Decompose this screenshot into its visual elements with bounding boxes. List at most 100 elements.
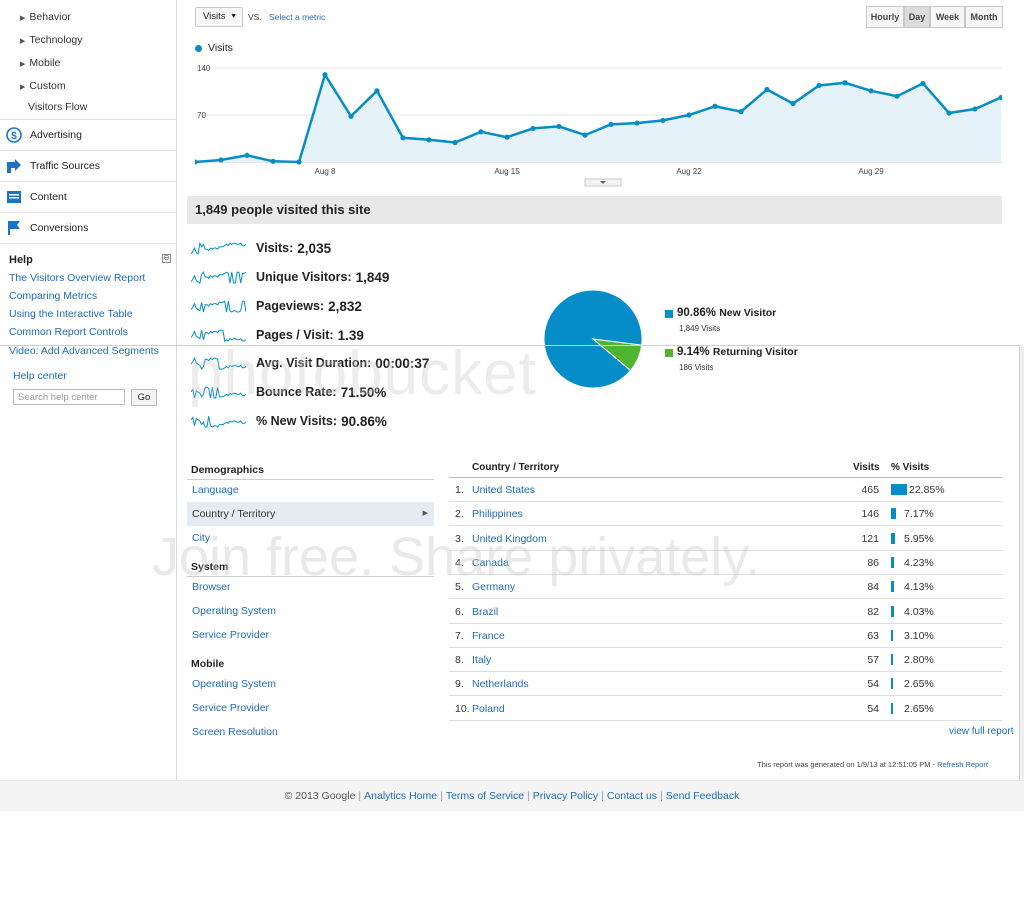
- data-point[interactable]: [868, 88, 874, 94]
- granularity-week-button[interactable]: Week: [930, 6, 965, 28]
- triangle-right-icon: ▶: [20, 38, 26, 45]
- sidebar-item-technology[interactable]: ▶ Technology: [20, 34, 83, 46]
- data-point[interactable]: [452, 139, 458, 146]
- demo-link-language[interactable]: Language: [187, 478, 434, 502]
- country-link[interactable]: Brazil: [472, 606, 498, 618]
- help-link-report-controls[interactable]: Common Report Controls: [9, 326, 128, 338]
- data-point[interactable]: [530, 125, 536, 132]
- demo-link-operating-system[interactable]: Operating System: [187, 599, 434, 623]
- footer-link-feedback[interactable]: Send Feedback: [666, 790, 740, 802]
- sparkline-path: [191, 241, 246, 255]
- data-point[interactable]: [764, 86, 770, 93]
- help-go-button[interactable]: Go: [131, 389, 157, 406]
- help-link-interactive-table[interactable]: Using the Interactive Table: [9, 308, 133, 320]
- metric-select[interactable]: Visits ▼: [195, 7, 243, 27]
- metric-row[interactable]: Pageviews: 2,832: [191, 296, 362, 316]
- data-point[interactable]: [894, 93, 900, 99]
- sidebar-nav-traffic-sources[interactable]: Traffic Sources: [0, 150, 176, 181]
- table-row: 6. Brazil 82 4.03%: [449, 600, 1002, 624]
- pct-value: 4.13%: [904, 581, 934, 594]
- data-point[interactable]: [816, 82, 822, 89]
- footer-link-terms[interactable]: Terms of Service: [446, 790, 524, 802]
- sidebar-nav-conversions[interactable]: Conversions: [0, 212, 176, 243]
- demo-link-service-provider[interactable]: Service Provider: [187, 623, 434, 647]
- metric-row[interactable]: % New Visits: 90.86%: [191, 411, 387, 431]
- data-point[interactable]: [400, 135, 406, 141]
- data-point[interactable]: [195, 159, 198, 165]
- data-point[interactable]: [738, 109, 744, 115]
- data-point[interactable]: [608, 121, 614, 127]
- sidebar-item-custom[interactable]: ▶ Custom: [20, 80, 66, 92]
- data-point[interactable]: [712, 103, 718, 109]
- sparkline-path: [191, 271, 246, 284]
- granularity-month-button[interactable]: Month: [965, 6, 1003, 28]
- data-point[interactable]: [920, 80, 926, 87]
- x-tick-label: Aug 29: [858, 167, 884, 176]
- refresh-report-link[interactable]: Refresh Report: [937, 760, 988, 769]
- demo-link-mobile-operating-system[interactable]: Operating System: [187, 672, 434, 696]
- help-link-comparing-metrics[interactable]: Comparing Metrics: [9, 290, 97, 302]
- scrollbar[interactable]: [1019, 345, 1024, 810]
- data-point[interactable]: [790, 100, 796, 107]
- col-header-pct-visits[interactable]: % Visits: [891, 462, 929, 473]
- sparkline-path: [191, 300, 246, 313]
- data-point[interactable]: [660, 117, 666, 123]
- table-row: 1. United States 465 22.85%: [449, 478, 1002, 502]
- country-link[interactable]: Philippines: [472, 508, 523, 520]
- data-point[interactable]: [374, 88, 380, 94]
- data-point[interactable]: [686, 112, 692, 118]
- sidebar-item-mobile[interactable]: ▶ Mobile: [20, 57, 60, 69]
- data-point[interactable]: [946, 110, 952, 116]
- footer: © 2013 Google | Analytics Home | Terms of Se…: [0, 780, 1024, 811]
- metric-row[interactable]: Visits: 2,035: [191, 238, 331, 258]
- view-full-report-link[interactable]: view full report: [949, 726, 1013, 737]
- data-point[interactable]: [348, 113, 354, 119]
- country-link[interactable]: Italy: [472, 654, 491, 666]
- data-point[interactable]: [270, 158, 276, 164]
- data-point[interactable]: [504, 134, 510, 140]
- data-point[interactable]: [322, 72, 328, 78]
- country-link[interactable]: Netherlands: [472, 678, 529, 690]
- data-point[interactable]: [296, 159, 302, 165]
- country-link[interactable]: France: [472, 630, 505, 642]
- demo-link-country-territory[interactable]: Country / Territory ▶: [187, 502, 434, 526]
- sidebar-nav-advertising[interactable]: $ Advertising: [0, 119, 176, 150]
- help-link-advanced-segments[interactable]: Video: Add Advanced Segments: [9, 345, 159, 357]
- help-search-input[interactable]: Search help center: [13, 389, 125, 405]
- pct-bar: [891, 556, 894, 568]
- data-point[interactable]: [218, 157, 224, 163]
- granularity-day-button[interactable]: Day: [904, 6, 930, 28]
- data-point[interactable]: [478, 129, 484, 135]
- select-metric-link[interactable]: Select a metric: [269, 12, 325, 22]
- data-point[interactable]: [634, 120, 640, 126]
- metric-row[interactable]: Unique Visitors: 1,849: [191, 267, 389, 287]
- footer-link-privacy[interactable]: Privacy Policy: [533, 790, 598, 802]
- country-link[interactable]: Poland: [472, 703, 505, 715]
- country-link[interactable]: United States: [472, 484, 535, 496]
- footer-link-contact[interactable]: Contact us: [607, 790, 657, 802]
- col-header-country: Country / Territory: [472, 462, 560, 473]
- demo-link-screen-resolution[interactable]: Screen Resolution: [187, 720, 434, 744]
- footer-link-analytics-home[interactable]: Analytics Home: [364, 790, 437, 802]
- help-center-link[interactable]: Help center: [13, 370, 67, 382]
- metric-value: 2,035: [297, 240, 332, 256]
- data-point[interactable]: [556, 123, 562, 130]
- help-link-visitors-overview[interactable]: The Visitors Overview Report: [9, 272, 145, 284]
- collapse-help-button[interactable]: ⊖: [162, 254, 171, 263]
- legend-dot: [195, 45, 202, 52]
- granularity-hourly-button[interactable]: Hourly: [866, 6, 904, 28]
- demo-link-mobile-service-provider[interactable]: Service Provider: [187, 696, 434, 720]
- metric-label: % New Visits:: [256, 414, 338, 428]
- col-header-visits[interactable]: Visits: [853, 462, 880, 473]
- pie-slice-new[interactable]: [543, 289, 643, 389]
- sidebar-item-behavior[interactable]: ▶ Behavior: [20, 11, 71, 23]
- data-point[interactable]: [244, 152, 250, 158]
- data-point[interactable]: [842, 80, 848, 86]
- data-point[interactable]: [972, 106, 978, 112]
- sidebar-item-visitors-flow[interactable]: Visitors Flow: [28, 101, 87, 113]
- sidebar-nav-content[interactable]: Content: [0, 181, 176, 212]
- table-row: 10. Poland 54 2.65%: [449, 697, 1002, 721]
- pct-bar: [891, 508, 897, 520]
- data-point[interactable]: [426, 137, 432, 143]
- data-point[interactable]: [582, 132, 588, 138]
